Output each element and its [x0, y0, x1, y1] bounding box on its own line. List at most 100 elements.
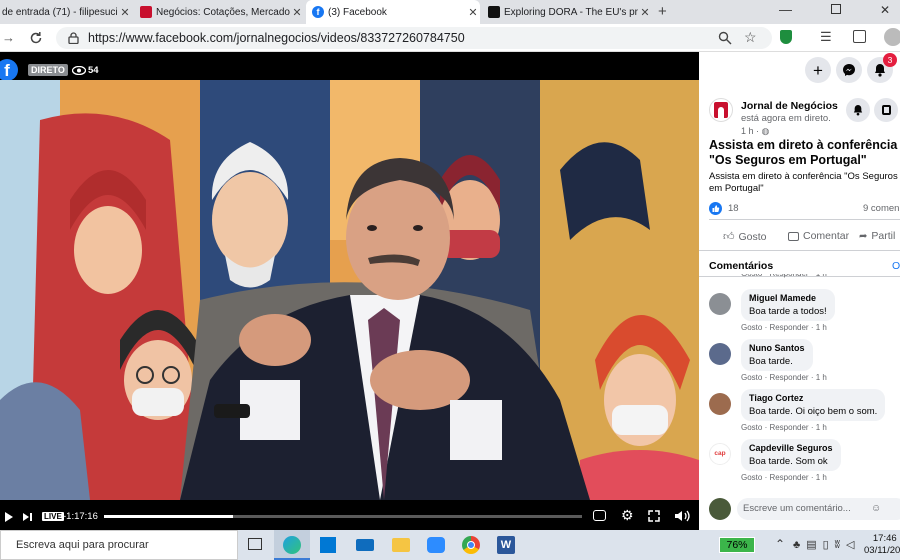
system-tray-icons[interactable]: ♣▤▯ʬ◁: [793, 538, 860, 551]
url-bar[interactable]: https://www.facebook.com/jornalnegocios/…: [56, 27, 772, 49]
video-frame: [0, 80, 699, 500]
browser-tab[interactable]: Negócios: Cotações, Mercados, E ✕: [134, 0, 304, 24]
comment-actions[interactable]: Gosto · Responder · 1 h: [741, 423, 827, 432]
profile-avatar[interactable]: [884, 28, 900, 46]
page-avatar[interactable]: [709, 98, 733, 122]
shield-extension-icon[interactable]: [780, 30, 792, 44]
taskbar-search[interactable]: Escreva aqui para procurar: [0, 530, 238, 560]
tab-title: Exploring DORA - The EU's prop: [504, 6, 638, 18]
browser-tab[interactable]: de entrada (71) - filipesucic ✕: [0, 0, 132, 24]
comment-label: Comentar: [803, 230, 850, 242]
comment-text: Boa tarde.: [749, 356, 793, 367]
close-tab-icon[interactable]: ✕: [290, 6, 304, 19]
comment-author[interactable]: Capdeville Seguros: [749, 443, 833, 453]
reload-icon[interactable]: [29, 31, 43, 45]
create-button[interactable]: +: [805, 57, 831, 83]
post-panel: + 3 Jornal de Negócios está agora em dir…: [699, 52, 900, 530]
commenter-avatar[interactable]: [709, 343, 731, 365]
close-tab-icon[interactable]: ✕: [466, 6, 480, 19]
my-avatar[interactable]: [709, 498, 731, 520]
emoji-icon[interactable]: ☺: [871, 498, 881, 520]
file-explorer-icon[interactable]: [392, 538, 410, 552]
commenter-avatar[interactable]: [709, 393, 731, 415]
tab-title: Negócios: Cotações, Mercados, E: [156, 6, 290, 18]
globe-icon: ◍: [761, 126, 770, 136]
post-time[interactable]: 1 h · ◍: [741, 126, 769, 137]
new-tab-icon[interactable]: +: [658, 3, 667, 20]
minimize-icon[interactable]: —: [779, 2, 792, 17]
messenger-icon: [843, 64, 855, 76]
comment-author[interactable]: Tiago Cortez: [749, 393, 803, 403]
browser-address-bar: → https://www.facebook.com/jornalnegocio…: [0, 24, 900, 52]
follow-bell-button[interactable]: [846, 98, 870, 122]
mail-icon[interactable]: [356, 539, 374, 551]
facebook-logo-icon[interactable]: f: [0, 59, 18, 81]
gear-icon[interactable]: ⚙: [621, 507, 634, 524]
show-hidden-icons-icon[interactable]: ⌃: [775, 537, 785, 551]
comment-actions[interactable]: Gosto · Responder · 1 h: [741, 373, 827, 382]
comment-input-placeholder: Escreve um comentário...: [743, 503, 851, 514]
browser-tab-active[interactable]: f (3) Facebook ✕: [306, 0, 480, 24]
word-icon[interactable]: W: [497, 536, 515, 554]
task-view-icon[interactable]: [248, 538, 262, 550]
taskbar-search-placeholder: Escreva aqui para procurar: [16, 539, 149, 551]
live-indicator[interactable]: LIVE: [42, 512, 64, 521]
eye-icon: [72, 66, 86, 75]
bell-icon: [853, 105, 863, 116]
reaction-count[interactable]: 18: [728, 203, 739, 214]
negocios-favicon-icon: [140, 6, 152, 18]
comment-actions[interactable]: Gosto · Responder · 1 h: [741, 473, 827, 482]
zoom-icon[interactable]: [718, 31, 732, 45]
comment-text: Boa tarde a todos!: [749, 306, 827, 317]
comment-author[interactable]: Nuno Santos: [749, 343, 805, 353]
video-player[interactable]: f DIRETO 54 LIVE -1:17:16 ⚙: [0, 52, 699, 530]
fullscreen-icon[interactable]: [648, 510, 660, 522]
comment-bubble: Capdeville Seguros Boa tarde. Som ok: [741, 439, 841, 471]
comments-filter[interactable]: O: [892, 260, 900, 272]
save-button[interactable]: [874, 98, 898, 122]
volume-icon[interactable]: [674, 509, 690, 523]
url-text: https://www.facebook.com/jornalnegocios/…: [88, 31, 465, 45]
progress-bar[interactable]: [104, 515, 582, 518]
close-tab-icon[interactable]: ✕: [638, 6, 652, 19]
tab-title: (3) Facebook: [328, 6, 387, 18]
messenger-button[interactable]: [836, 57, 862, 83]
like-button[interactable]: 👍︎ Gosto: [723, 230, 767, 244]
share-label: Partil: [871, 230, 896, 242]
comment-button[interactable]: Comentar: [788, 230, 849, 242]
comment-text: Boa tarde. Oi oiço bem o som.: [749, 406, 878, 417]
zoom-app-icon[interactable]: [427, 537, 445, 553]
skip-icon[interactable]: [22, 512, 34, 522]
comment-icon: [788, 231, 799, 241]
edge-icon: [283, 536, 301, 554]
comment-input[interactable]: Escreve um comentário... ☺: [737, 498, 900, 520]
share-icon: ➦: [859, 230, 868, 242]
star-icon[interactable]: ☆: [744, 29, 757, 46]
browser-tab[interactable]: Exploring DORA - The EU's prop ✕: [482, 0, 652, 24]
chrome-icon[interactable]: [462, 536, 480, 554]
page-name[interactable]: Jornal de Negócios: [741, 100, 838, 112]
maximize-icon[interactable]: [831, 4, 841, 14]
divider: [699, 250, 900, 251]
back-icon[interactable]: →: [2, 30, 15, 45]
comment-author[interactable]: Miguel Mamede: [749, 293, 816, 303]
captions-icon[interactable]: [593, 510, 606, 521]
taskbar-edge-button[interactable]: [274, 530, 310, 560]
commenter-avatar[interactable]: [709, 293, 731, 315]
close-window-icon[interactable]: ✕: [880, 3, 890, 17]
comment-bubble: Tiago Cortez Boa tarde. Oi oiço bem o so…: [741, 389, 886, 421]
close-tab-icon[interactable]: ✕: [118, 6, 132, 19]
comment-actions[interactable]: Gosto · Responder · 1 h: [741, 323, 827, 332]
battery-indicator[interactable]: 76%: [719, 537, 755, 553]
play-icon[interactable]: [4, 511, 14, 523]
share-button[interactable]: ➦ Partil: [859, 230, 895, 242]
collections-icon[interactable]: [853, 30, 866, 43]
dora-favicon-icon: [488, 6, 500, 18]
comment-count[interactable]: 9 comen: [863, 203, 899, 214]
commenter-avatar[interactable]: cap: [709, 443, 731, 465]
taskbar-clock[interactable]: 17:46 03/11/202: [864, 533, 900, 557]
store-icon[interactable]: [320, 537, 336, 553]
like-reaction-icon[interactable]: [709, 202, 722, 215]
favorites-icon[interactable]: ☰: [820, 29, 832, 45]
divider: [709, 219, 900, 220]
